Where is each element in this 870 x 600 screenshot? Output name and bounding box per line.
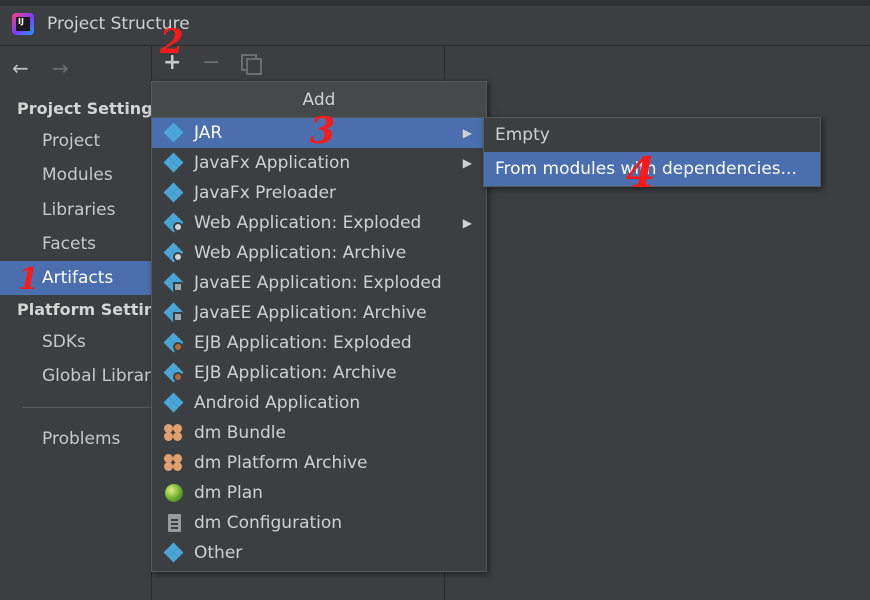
menu-item-web-application-archive[interactable]: Web Application: Archive: [152, 238, 486, 268]
sidebar-item-problems[interactable]: Problems: [0, 422, 151, 456]
annotation-step-4: 4: [626, 148, 656, 197]
document-icon: [164, 514, 184, 532]
submenu-item-empty[interactable]: Empty: [484, 118, 820, 152]
sidebar-item-facets[interactable]: Facets: [0, 227, 151, 261]
menu-item-dm-plan[interactable]: dm Plan: [152, 478, 486, 508]
menu-item-label: Android Application: [194, 393, 361, 413]
menu-item-label: JavaEE Application: Archive: [194, 303, 427, 323]
menu-item-web-application-exploded[interactable]: Web Application: Exploded ▶: [152, 208, 486, 238]
ejb-artifact-icon: [163, 362, 184, 383]
section-header-platform-settings: Platform Settin: [17, 300, 156, 319]
menu-item-label: EJB Application: Archive: [194, 363, 397, 383]
menu-item-dm-bundle[interactable]: dm Bundle: [152, 418, 486, 448]
back-arrow-icon[interactable]: ←: [12, 56, 29, 80]
title-bar: IJ Project Structure: [0, 0, 870, 46]
menu-item-label: Web Application: Archive: [194, 243, 407, 263]
sidebar-item-modules[interactable]: Modules: [0, 158, 151, 192]
artifact-icon: [163, 392, 184, 413]
menu-item-label: JavaFx Preloader: [194, 183, 336, 203]
menu-item-label: EJB Application: Exploded: [194, 333, 412, 353]
menu-item-label: JAR: [194, 123, 223, 143]
sidebar-divider: [22, 407, 152, 408]
ejb-artifact-icon: [163, 332, 184, 353]
forward-arrow-icon[interactable]: →: [52, 56, 69, 80]
artifact-icon: [163, 122, 184, 143]
sidebar-item-project[interactable]: Project: [0, 124, 151, 158]
menu-item-label: dm Configuration: [194, 513, 343, 533]
copy-icon[interactable]: [241, 54, 262, 75]
plan-globe-icon: [164, 484, 184, 502]
remove-icon[interactable]: −: [202, 50, 220, 75]
menu-item-other[interactable]: Other: [152, 538, 486, 568]
section-header-project-settings: Project Setting: [17, 99, 153, 118]
artifact-icon: [163, 542, 184, 563]
menu-item-javaee-application-exploded[interactable]: JavaEE Application: Exploded: [152, 268, 486, 298]
sidebar-item-libraries[interactable]: Libraries: [0, 193, 151, 227]
add-artifact-menu: Add JAR ▶ JavaFx Application ▶ JavaFx Pr…: [151, 81, 487, 572]
menu-item-label: JavaEE Application: Exploded: [194, 273, 442, 293]
menu-item-javafx-preloader[interactable]: JavaFx Preloader: [152, 178, 486, 208]
bundle-icon: [164, 424, 184, 442]
menu-item-label: Other: [194, 543, 243, 563]
menu-item-label: JavaFx Application: [194, 153, 351, 173]
intellij-logo-icon: IJ: [12, 13, 34, 35]
submenu-arrow-icon: ▶: [462, 156, 472, 170]
window-top-strip: [0, 0, 870, 6]
web-artifact-icon: [163, 212, 184, 233]
submenu-arrow-icon: ▶: [462, 216, 472, 230]
sidebar-item-global-libraries[interactable]: Global Librar: [0, 359, 151, 393]
menu-item-javafx-application[interactable]: JavaFx Application ▶: [152, 148, 486, 178]
annotation-step-2: 2: [160, 22, 184, 62]
menu-item-ejb-application-archive[interactable]: EJB Application: Archive: [152, 358, 486, 388]
menu-item-dm-platform-archive[interactable]: dm Platform Archive: [152, 448, 486, 478]
bundle-icon: [164, 454, 184, 472]
javaee-artifact-icon: [163, 302, 184, 323]
menu-item-dm-configuration[interactable]: dm Configuration: [152, 508, 486, 538]
javaee-artifact-icon: [163, 272, 184, 293]
submenu-arrow-icon: ▶: [462, 126, 472, 140]
menu-item-label: dm Bundle: [194, 423, 286, 443]
settings-sidebar: ← → Project Setting Project Modules Libr…: [0, 46, 156, 600]
artifact-icon: [163, 182, 184, 203]
artifact-icon: [163, 152, 184, 173]
annotation-step-1: 1: [18, 262, 39, 297]
menu-item-android-application[interactable]: Android Application: [152, 388, 486, 418]
menu-item-label: dm Plan: [194, 483, 263, 503]
menu-item-ejb-application-exploded[interactable]: EJB Application: Exploded: [152, 328, 486, 358]
menu-item-label: dm Platform Archive: [194, 453, 368, 473]
menu-item-label: Web Application: Exploded: [194, 213, 422, 233]
web-artifact-icon: [163, 242, 184, 263]
annotation-step-3: 3: [310, 110, 336, 152]
menu-item-javaee-application-archive[interactable]: JavaEE Application: Archive: [152, 298, 486, 328]
sidebar-item-sdks[interactable]: SDKs: [0, 325, 151, 359]
